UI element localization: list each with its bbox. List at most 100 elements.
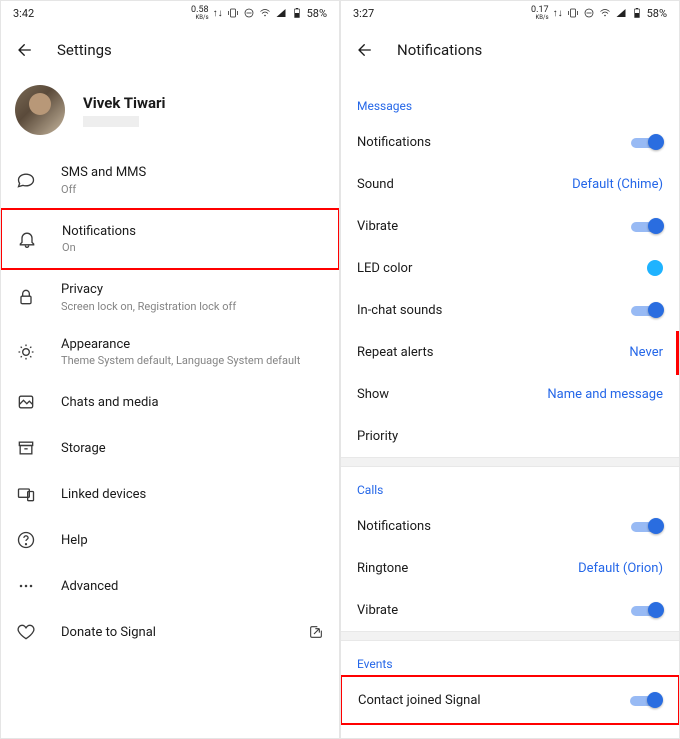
signal-icon bbox=[615, 7, 627, 19]
toggle-switch[interactable] bbox=[630, 691, 662, 709]
section-header-events: Events bbox=[341, 641, 679, 675]
row-title: Help bbox=[61, 533, 325, 549]
row-title: Contact joined Signal bbox=[358, 693, 481, 708]
row-value: Never bbox=[629, 345, 663, 360]
row-title: Notifications bbox=[357, 519, 431, 534]
row-title: Storage bbox=[61, 441, 325, 457]
settings-header: Settings bbox=[1, 25, 339, 75]
wifi-icon bbox=[259, 7, 271, 19]
dnd-icon bbox=[243, 7, 255, 19]
settings-row-appearance[interactable]: Appearance Theme System default, Languag… bbox=[1, 325, 339, 380]
status-time: 3:42 bbox=[13, 7, 34, 20]
page-title: Notifications bbox=[397, 41, 482, 59]
battery-icon bbox=[631, 7, 643, 19]
notifications-header: Notifications bbox=[341, 25, 679, 75]
page-title: Settings bbox=[57, 41, 112, 59]
lock-icon bbox=[15, 286, 37, 308]
settings-row-advanced[interactable]: Advanced bbox=[1, 563, 339, 609]
row-title: Linked devices bbox=[61, 487, 325, 503]
msg-vibrate-row[interactable]: Vibrate bbox=[341, 205, 679, 247]
row-title: Vibrate bbox=[357, 603, 398, 618]
help-icon bbox=[15, 529, 37, 551]
vibrate-icon bbox=[567, 7, 579, 19]
image-icon bbox=[15, 391, 37, 413]
toggle-switch[interactable] bbox=[631, 601, 663, 619]
bell-icon bbox=[16, 228, 38, 250]
row-title: Vibrate bbox=[357, 219, 398, 234]
status-speed: 0.58 KB/s bbox=[191, 6, 209, 21]
left-screenshot: 3:42 0.58 KB/s ↑↓ 58% Settings bbox=[0, 0, 340, 739]
row-title: Repeat alerts bbox=[357, 345, 433, 360]
section-divider bbox=[341, 631, 679, 641]
status-right: 0.58 KB/s ↑↓ 58% bbox=[191, 6, 327, 21]
row-title: Chats and media bbox=[61, 395, 325, 411]
arrows-icon: ↑↓ bbox=[553, 8, 563, 19]
settings-row-sms[interactable]: SMS and MMS Off bbox=[1, 153, 339, 208]
settings-row-storage[interactable]: Storage bbox=[1, 425, 339, 471]
wifi-icon bbox=[599, 7, 611, 19]
row-sub: Off bbox=[61, 183, 325, 196]
battery-percent: 58% bbox=[307, 7, 327, 20]
row-title: In-chat sounds bbox=[357, 303, 442, 318]
toggle-switch[interactable] bbox=[631, 133, 663, 151]
row-title: Show bbox=[357, 387, 389, 402]
row-title: Priority bbox=[357, 429, 398, 444]
row-sub: Screen lock on, Registration lock off bbox=[61, 300, 325, 313]
section-divider bbox=[341, 457, 679, 467]
toggle-switch[interactable] bbox=[631, 301, 663, 319]
row-title: Notifications bbox=[62, 224, 324, 240]
settings-row-notifications[interactable]: Notifications On bbox=[0, 208, 340, 271]
msg-led-row[interactable]: LED color bbox=[341, 247, 679, 289]
row-value: Name and message bbox=[547, 387, 663, 402]
devices-icon bbox=[15, 483, 37, 505]
heart-icon bbox=[15, 621, 37, 643]
row-title: SMS and MMS bbox=[61, 165, 325, 181]
settings-row-donate[interactable]: Donate to Signal bbox=[1, 609, 339, 655]
row-value: Default (Chime) bbox=[572, 177, 663, 192]
more-horizontal-icon bbox=[15, 575, 37, 597]
row-title: Privacy bbox=[61, 282, 325, 298]
section-header-messages: Messages bbox=[341, 75, 679, 121]
highlight-edge bbox=[676, 331, 680, 375]
battery-percent: 58% bbox=[647, 7, 667, 20]
msg-inchat-row[interactable]: In-chat sounds bbox=[341, 289, 679, 331]
arrows-icon: ↑↓ bbox=[213, 8, 223, 19]
calls-ringtone-row[interactable]: Ringtone Default (Orion) bbox=[341, 547, 679, 589]
status-time: 3:27 bbox=[353, 7, 374, 20]
calls-vibrate-row[interactable]: Vibrate bbox=[341, 589, 679, 631]
msg-priority-row[interactable]: Priority bbox=[341, 415, 679, 457]
msg-show-row[interactable]: Show Name and message bbox=[341, 373, 679, 415]
archive-icon bbox=[15, 437, 37, 459]
toggle-switch[interactable] bbox=[631, 217, 663, 235]
msg-repeat-row[interactable]: Repeat alerts Never bbox=[341, 331, 679, 373]
signal-icon bbox=[275, 7, 287, 19]
events-contact-joined-row[interactable]: Contact joined Signal bbox=[342, 677, 678, 723]
row-title: Appearance bbox=[61, 337, 325, 353]
back-button[interactable] bbox=[355, 40, 375, 60]
profile-row[interactable]: Vivek Tiwari bbox=[1, 75, 339, 153]
row-title: Donate to Signal bbox=[61, 625, 283, 641]
row-sub: On bbox=[62, 241, 324, 254]
settings-row-privacy[interactable]: Privacy Screen lock on, Registration loc… bbox=[1, 270, 339, 325]
calls-notifications-row[interactable]: Notifications bbox=[341, 505, 679, 547]
led-color-dot bbox=[647, 260, 663, 276]
row-title: LED color bbox=[357, 261, 412, 276]
events-highlight-box: Contact joined Signal bbox=[340, 675, 680, 725]
row-title: Notifications bbox=[357, 135, 431, 150]
dnd-icon bbox=[583, 7, 595, 19]
row-title: Ringtone bbox=[357, 561, 408, 576]
msg-notifications-row[interactable]: Notifications bbox=[341, 121, 679, 163]
settings-row-help[interactable]: Help bbox=[1, 517, 339, 563]
toggle-switch[interactable] bbox=[631, 517, 663, 535]
msg-sound-row[interactable]: Sound Default (Chime) bbox=[341, 163, 679, 205]
status-bar: 3:42 0.58 KB/s ↑↓ 58% bbox=[1, 1, 339, 25]
status-speed: 0.17 KB/s bbox=[531, 6, 549, 21]
back-button[interactable] bbox=[15, 40, 35, 60]
settings-row-chats[interactable]: Chats and media bbox=[1, 379, 339, 425]
row-sub: Theme System default, Language System de… bbox=[61, 354, 325, 367]
vibrate-icon bbox=[227, 7, 239, 19]
profile-name: Vivek Tiwari bbox=[83, 94, 166, 112]
arrow-left-icon bbox=[16, 41, 34, 59]
status-right: 0.17 KB/s ↑↓ 58% bbox=[531, 6, 667, 21]
settings-row-linked[interactable]: Linked devices bbox=[1, 471, 339, 517]
